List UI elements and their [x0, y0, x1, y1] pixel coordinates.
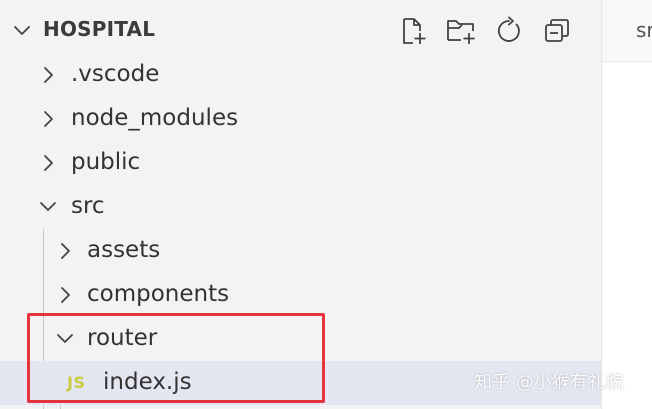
- new-file-icon: [403, 18, 426, 44]
- tree-item-label: public: [71, 149, 141, 175]
- chevron-right-icon: [61, 287, 70, 303]
- js-file-icon: JS: [67, 373, 86, 392]
- tree-item-node-modules[interactable]: node_modules: [0, 97, 601, 141]
- chevron-right-icon: [44, 111, 53, 127]
- watermark: 知乎 @小猴有礼貌: [474, 372, 624, 393]
- tree-item-assets[interactable]: assets: [0, 229, 601, 273]
- new-folder-icon: [447, 20, 475, 44]
- chevron-right-icon: [44, 155, 53, 171]
- tree-item-src[interactable]: src: [0, 185, 601, 229]
- chevron-down-icon: [57, 334, 73, 343]
- tree-item-public[interactable]: public: [0, 141, 601, 185]
- new-file-button[interactable]: [396, 14, 430, 48]
- editor-area: sr: [601, 0, 652, 409]
- tree-item-label: src: [71, 193, 105, 219]
- tree-item-vscode[interactable]: .vscode: [0, 53, 601, 97]
- chevron-down-icon[interactable]: [12, 21, 32, 41]
- explorer-section-header[interactable]: HOSPITAL: [0, 9, 601, 53]
- section-title: HOSPITAL: [43, 17, 156, 41]
- editor-tab-partial[interactable]: sr: [636, 18, 652, 42]
- editor-tab-bar: sr: [602, 0, 652, 62]
- explorer-sidebar: HOSPITAL .vscode node_modules public src…: [0, 0, 601, 409]
- tree-item-label: components: [87, 281, 230, 307]
- refresh-button[interactable]: [492, 14, 526, 48]
- chevron-down-icon: [40, 202, 56, 211]
- new-folder-button[interactable]: [444, 14, 478, 48]
- refresh-icon: [498, 16, 520, 42]
- tree-item-router[interactable]: router: [0, 317, 601, 361]
- collapse-all-icon: [545, 19, 569, 42]
- collapse-all-button[interactable]: [540, 14, 574, 48]
- tree-item-label: assets: [87, 237, 161, 263]
- tree-item-label: index.js: [103, 369, 192, 395]
- chevron-right-icon: [44, 67, 53, 83]
- tree-item-label: router: [87, 325, 158, 351]
- chevron-right-icon: [61, 243, 70, 259]
- tree-item-label: node_modules: [71, 105, 239, 131]
- tree-item-label: .vscode: [71, 61, 160, 87]
- tree-item-components[interactable]: components: [0, 273, 601, 317]
